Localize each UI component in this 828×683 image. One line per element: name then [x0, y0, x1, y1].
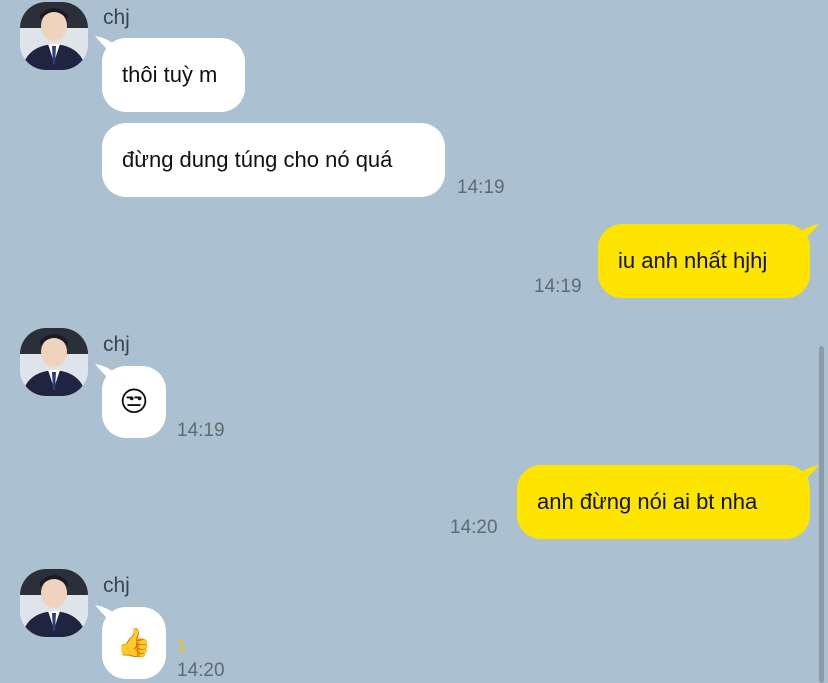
message-bubble-incoming[interactable]: thôi tuỳ m — [102, 38, 245, 112]
scrollbar[interactable] — [819, 346, 824, 683]
message-time: 14:19 — [534, 276, 582, 297]
message-text: iu anh nhất hjhj — [618, 248, 768, 273]
bubble-tail — [797, 224, 819, 246]
unread-count: 1 — [177, 636, 187, 655]
bubble-tail — [797, 465, 819, 487]
avatar-photo — [20, 2, 88, 70]
avatar[interactable] — [20, 328, 88, 396]
message-time: 14:20 — [177, 660, 225, 681]
avatar-photo — [20, 328, 88, 396]
message-text: anh đừng nói ai bt nha — [537, 489, 758, 514]
sender-name: chj — [103, 6, 130, 29]
message-time: 14:19 — [457, 177, 505, 198]
message-bubble-incoming[interactable]: 😒 — [102, 366, 166, 438]
avatar[interactable] — [20, 2, 88, 70]
message-bubble-incoming[interactable]: 👍 — [102, 607, 166, 679]
message-bubble-outgoing[interactable]: anh đừng nói ai bt nha — [517, 465, 810, 539]
message-time: 14:20 — [450, 517, 498, 538]
message-text: đừng dung túng cho nó quá — [122, 147, 393, 172]
unamused-face-icon: 😒 — [119, 385, 149, 418]
message-bubble-outgoing[interactable]: iu anh nhất hjhj — [598, 224, 810, 298]
message-time: 14:19 — [177, 420, 225, 441]
avatar-photo — [20, 569, 88, 637]
message-bubble-incoming[interactable]: đừng dung túng cho nó quá — [102, 123, 445, 197]
sender-name: chj — [103, 333, 130, 356]
message-text: thôi tuỳ m — [122, 62, 218, 87]
sender-name: chj — [103, 574, 130, 597]
avatar[interactable] — [20, 569, 88, 637]
thumbs-up-icon: 👍 — [116, 626, 152, 659]
